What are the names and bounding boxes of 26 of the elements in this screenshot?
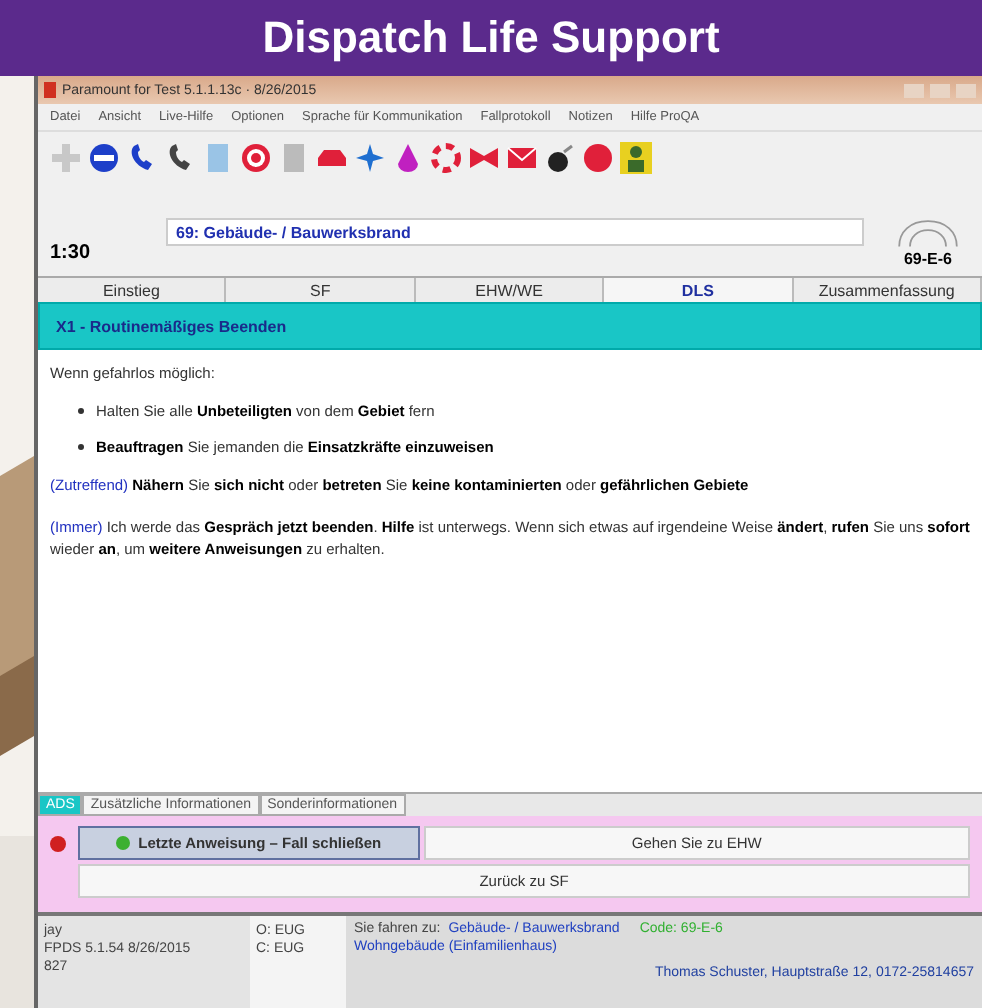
chief-complaint-field: 69: Gebäude- / Bauwerksbrand bbox=[166, 218, 864, 246]
target-icon[interactable] bbox=[240, 142, 272, 174]
app-icon bbox=[44, 82, 56, 98]
person-icon[interactable] bbox=[620, 142, 652, 174]
elapsed-time: 1:30 bbox=[50, 242, 91, 268]
stop-icon[interactable] bbox=[50, 836, 66, 852]
drop-icon[interactable] bbox=[392, 142, 424, 174]
lifebuoy-icon[interactable] bbox=[430, 142, 462, 174]
tab[interactable]: Zusammenfassung bbox=[793, 278, 982, 302]
phone-icon[interactable] bbox=[164, 142, 196, 174]
bowtie-icon[interactable] bbox=[468, 142, 500, 174]
phone-icon[interactable] bbox=[126, 142, 158, 174]
section-header: X1 - Routinemäßiges Beenden bbox=[38, 302, 982, 350]
tab[interactable]: EHW/WE bbox=[415, 278, 605, 302]
bullet-icon bbox=[78, 408, 84, 415]
go-icon bbox=[116, 836, 131, 850]
tab[interactable]: SF bbox=[226, 278, 416, 302]
bomb-icon[interactable] bbox=[544, 142, 576, 174]
tab[interactable]: Einstieg bbox=[38, 278, 227, 302]
no-entry-icon[interactable] bbox=[88, 142, 120, 174]
tab[interactable]: DLS bbox=[604, 278, 794, 302]
bullet-icon bbox=[78, 444, 84, 451]
circle-icon[interactable] bbox=[582, 142, 614, 174]
banner-title: Dispatch Life Support bbox=[0, 0, 982, 76]
envelope-icon[interactable] bbox=[506, 142, 538, 174]
determinant-code: 69-E-6 bbox=[903, 250, 952, 268]
